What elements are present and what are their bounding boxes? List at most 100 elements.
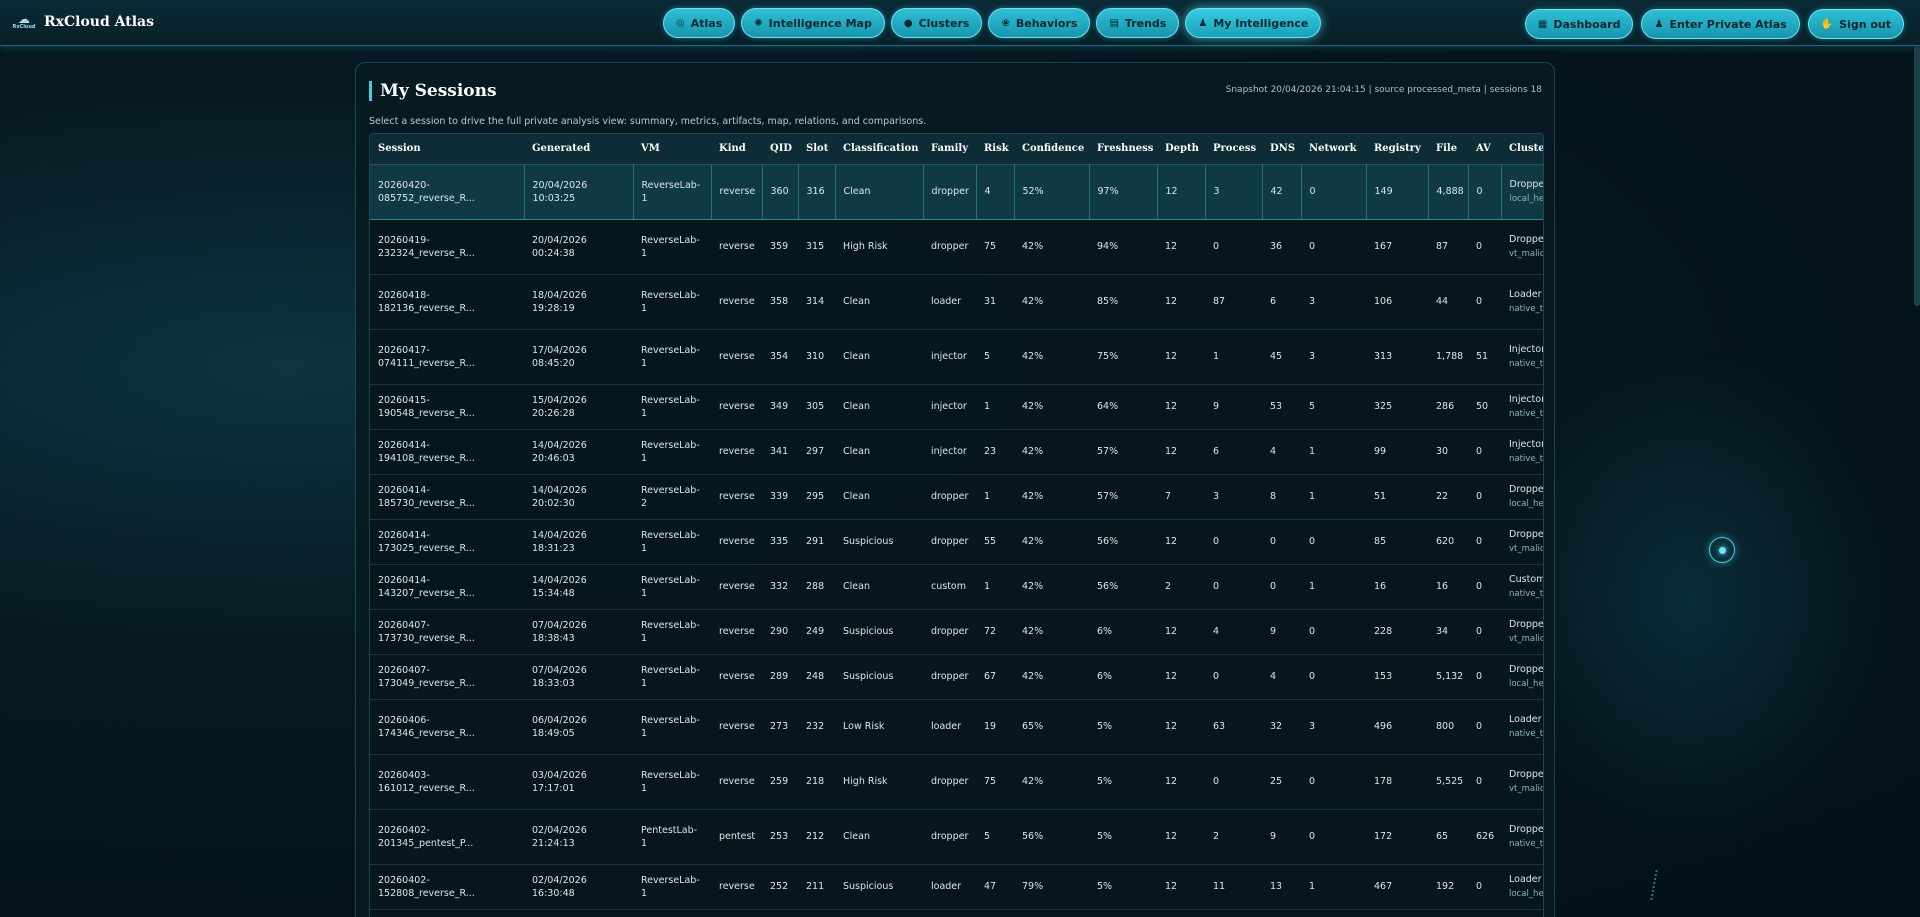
nav-enter-private-atlas-button[interactable]: ♟ Enter Private Atlas bbox=[1641, 9, 1800, 39]
column-header-slot[interactable]: Slot bbox=[798, 134, 835, 165]
cell-confidence: 42% bbox=[1014, 274, 1089, 330]
cell-risk: 4 bbox=[976, 163, 1015, 220]
spider-icon: ✺ bbox=[754, 17, 763, 29]
table-row[interactable]: 20260407-173730_reverse_R... 07/04/2026 1… bbox=[370, 609, 1543, 655]
cell-slot: 316 bbox=[798, 163, 836, 220]
cell-vm: ReverseLab-1 bbox=[633, 754, 711, 810]
column-header-vm[interactable]: VM bbox=[633, 134, 711, 165]
column-header-file[interactable]: File bbox=[1428, 134, 1468, 165]
table-row[interactable]: 20260414-143207_reverse_R... 14/04/2026 1… bbox=[370, 564, 1543, 610]
nav-dashboard-button[interactable]: ▦ Dashboard bbox=[1524, 9, 1634, 39]
cell-av: 0 bbox=[1468, 219, 1501, 275]
cell-cluster: Dropper P native_tele bbox=[1501, 809, 1543, 865]
cell-cluster: Dropper P local_heuri bbox=[1501, 163, 1543, 220]
cell-classification: Suspicious bbox=[835, 519, 923, 565]
nav-my-intelligence-button[interactable]: ♟ My Intelligence bbox=[1185, 8, 1322, 38]
brand[interactable]: ☁ RxCloud RxCloud Atlas bbox=[12, 10, 154, 34]
cell-freshness bbox=[1089, 909, 1157, 917]
column-header-freshness[interactable]: Freshness bbox=[1089, 134, 1157, 165]
nav-label: Dashboard bbox=[1553, 17, 1621, 31]
cell-session: 20260419-232324_reverse_R... bbox=[370, 219, 524, 275]
column-header-risk[interactable]: Risk bbox=[976, 134, 1014, 165]
column-header-session[interactable]: Session bbox=[370, 134, 524, 165]
cell-kind: reverse bbox=[711, 754, 762, 810]
cell-risk: 1 bbox=[976, 564, 1014, 610]
cell-dns bbox=[1262, 909, 1301, 917]
cell-qid: 259 bbox=[762, 754, 798, 810]
user-icon: ♟ bbox=[1198, 17, 1208, 29]
table-row[interactable]: 20260406-174346_reverse_R... 06/04/2026 1… bbox=[370, 699, 1543, 755]
assistant-orb-button[interactable] bbox=[1709, 537, 1735, 563]
cluster-name: Dropper P bbox=[1509, 769, 1544, 780]
table-row[interactable] bbox=[370, 909, 1543, 917]
table-row[interactable]: 20260420-085752_reverse_R... 20/04/2026 1… bbox=[370, 163, 1543, 220]
table-row[interactable]: 20260414-173025_reverse_R... 14/04/2026 1… bbox=[370, 519, 1543, 565]
cell-registry: 149 bbox=[1366, 163, 1429, 220]
cell-dns: 4 bbox=[1262, 429, 1301, 475]
table-row[interactable]: 20260414-185730_reverse_R... 14/04/2026 2… bbox=[370, 474, 1543, 520]
table-row[interactable]: 20260402-201345_pentest_P... 02/04/2026 2… bbox=[370, 809, 1543, 865]
cell-session: 20260418-182136_reverse_R... bbox=[370, 274, 524, 330]
page-scrollbar[interactable] bbox=[1914, 46, 1920, 306]
cell-slot: 295 bbox=[798, 474, 835, 520]
cell-network: 1 bbox=[1301, 474, 1366, 520]
cell-risk: 67 bbox=[976, 654, 1014, 700]
column-header-dns[interactable]: DNS bbox=[1262, 134, 1301, 165]
cell-session: 20260414-143207_reverse_R... bbox=[370, 564, 524, 610]
column-header-registry[interactable]: Registry bbox=[1366, 134, 1428, 165]
cell-kind: reverse bbox=[711, 429, 762, 475]
cell-depth: 12 bbox=[1157, 654, 1205, 700]
table-row[interactable]: 20260403-161012_reverse_R... 03/04/2026 1… bbox=[370, 754, 1544, 810]
column-header-qid[interactable]: QID bbox=[762, 134, 798, 165]
sessions-table-container[interactable]: Session Generated VM Kind QID Slot Classificat… bbox=[369, 133, 1544, 917]
cell-kind: reverse bbox=[711, 519, 762, 565]
nav-clusters-button[interactable]: ● Clusters bbox=[890, 8, 983, 38]
cell-qid bbox=[762, 909, 798, 917]
cell-generated: 20/04/2026 10:03:25 bbox=[524, 163, 634, 220]
cell-qid: 349 bbox=[762, 384, 798, 430]
nav-label: Enter Private Atlas bbox=[1669, 17, 1787, 31]
cell-session: 20260414-173025_reverse_R... bbox=[370, 519, 524, 565]
table-body: 20260420-085752_reverse_R... 20/04/2026 1… bbox=[370, 163, 1544, 917]
column-header-network[interactable]: Network bbox=[1301, 134, 1366, 165]
table-row[interactable]: 20260402-152808_reverse_R... 02/04/2026 1… bbox=[370, 864, 1543, 910]
cell-kind: reverse bbox=[711, 274, 762, 330]
cell-slot: 291 bbox=[798, 519, 835, 565]
cell-network: 1 bbox=[1301, 429, 1366, 475]
cell-family: loader bbox=[923, 699, 976, 755]
cloud-logo-icon: ☁ RxCloud bbox=[12, 12, 36, 30]
column-header-av[interactable]: AV bbox=[1468, 134, 1501, 165]
cell-depth: 12 bbox=[1157, 609, 1205, 655]
cell-vm: ReverseLab-1 bbox=[633, 564, 711, 610]
column-header-process[interactable]: Process bbox=[1205, 134, 1262, 165]
column-header-confidence[interactable]: Confidence bbox=[1014, 134, 1089, 165]
column-header-cluster[interactable]: Cluster bbox=[1501, 134, 1543, 165]
column-header-classification[interactable]: Classification bbox=[835, 134, 923, 165]
cell-registry: 467 bbox=[1366, 864, 1428, 910]
nav-sign-out-button[interactable]: ✋ Sign out bbox=[1807, 9, 1904, 39]
nav-trends-button[interactable]: ▤ Trends bbox=[1096, 8, 1180, 38]
cell-av: 0 bbox=[1468, 654, 1501, 700]
account-nav: ▦ Dashboard ♟ Enter Private Atlas ✋ Sign out bbox=[1524, 9, 1904, 39]
cell-classification: Clean bbox=[835, 474, 923, 520]
cell-freshness: 5% bbox=[1089, 699, 1157, 755]
column-header-kind[interactable]: Kind bbox=[711, 134, 762, 165]
table-row[interactable]: 20260415-190548_reverse_R... 15/04/2026 2… bbox=[370, 384, 1543, 430]
column-header-family[interactable]: Family bbox=[923, 134, 976, 165]
table-row[interactable]: 20260407-173049_reverse_R... 07/04/2026 1… bbox=[370, 654, 1543, 700]
nav-intelligence-map-button[interactable]: ✺ Intelligence Map bbox=[741, 8, 885, 38]
cell-freshness: 5% bbox=[1089, 864, 1157, 910]
nav-atlas-button[interactable]: ◎ Atlas bbox=[663, 8, 736, 38]
table-row[interactable]: 20260417-074111_reverse_R... 17/04/2026 0… bbox=[370, 329, 1543, 385]
cell-vm: ReverseLab-1 bbox=[633, 654, 711, 700]
cell-depth: 2 bbox=[1157, 564, 1205, 610]
table-row[interactable]: 20260418-182136_reverse_R... 18/04/2026 1… bbox=[370, 274, 1543, 330]
table-row[interactable]: 20260414-194108_reverse_R... 14/04/2026 2… bbox=[370, 429, 1543, 475]
table-row[interactable]: 20260419-232324_reverse_R... 20/04/2026 0… bbox=[370, 219, 1543, 275]
nav-behaviors-button[interactable]: ❀ Behaviors bbox=[988, 8, 1091, 38]
cell-vm: ReverseLab-1 bbox=[633, 864, 711, 910]
column-header-depth[interactable]: Depth bbox=[1157, 134, 1205, 165]
cell-cluster bbox=[1501, 909, 1543, 917]
column-header-generated[interactable]: Generated bbox=[524, 134, 633, 165]
cell-file: 5,525 bbox=[1428, 754, 1468, 810]
